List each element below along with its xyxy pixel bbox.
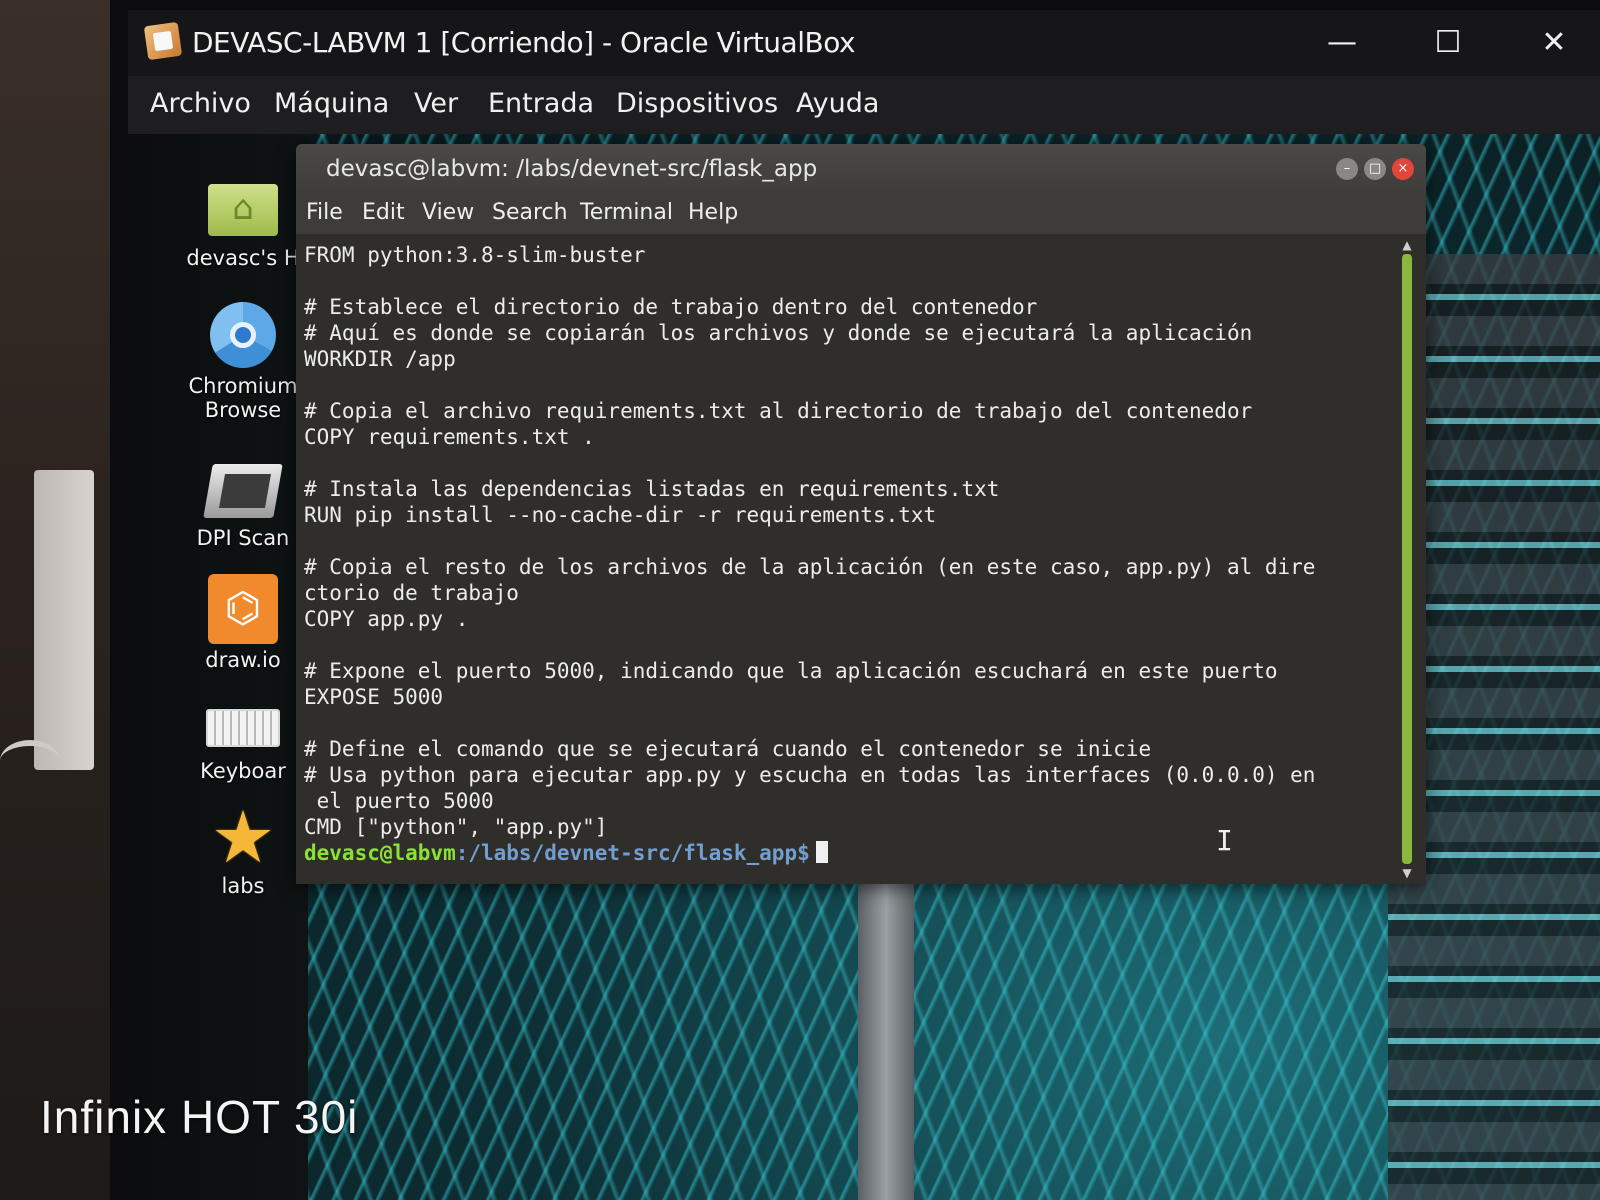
terminal-line: RUN pip install --no-cache-dir -r requir…: [304, 503, 937, 527]
terminal-menu-file[interactable]: File: [306, 200, 343, 225]
terminal-cursor: [815, 841, 828, 863]
terminal-line: # Define el comando que se ejecutará cua…: [304, 737, 1152, 761]
keyboard-icon: [206, 709, 280, 747]
terminal-scrollbar[interactable]: ▲ ▼: [1388, 234, 1426, 884]
terminal-menu-terminal[interactable]: Terminal: [580, 200, 673, 225]
scroll-down-arrow-icon[interactable]: ▼: [1398, 866, 1416, 880]
terminal-line: WORKDIR /app: [304, 347, 456, 371]
menu-dispositivos[interactable]: Dispositivos: [616, 88, 778, 119]
terminal-minimize-button[interactable]: –: [1336, 158, 1358, 180]
terminal-line: # Expone el puerto 5000, indicando que l…: [304, 659, 1278, 683]
menu-archivo[interactable]: Archivo: [150, 88, 251, 119]
desktop-icon-label: DPI Scan: [196, 526, 290, 550]
terminal-line: COPY requirements.txt .: [304, 425, 595, 449]
terminal-titlebar[interactable]: devasc@labvm: /labs/devnet-src/flask_app…: [296, 144, 1426, 194]
terminal-window[interactable]: devasc@labvm: /labs/devnet-src/flask_app…: [296, 144, 1426, 884]
background-cable: [0, 740, 60, 782]
vbox-menubar: Archivo Máquina Ver Entrada Dispositivos…: [128, 76, 1600, 134]
terminal-menu-search[interactable]: Search: [492, 200, 568, 225]
desktop-icon-drawio[interactable]: draw.io: [178, 574, 308, 672]
window-title: DEVASC-LABVM 1 [Corriendo] - Oracle Virt…: [192, 26, 856, 59]
minimize-button[interactable]: —: [1312, 20, 1372, 66]
desktop-icon-label-line2: Browse: [204, 398, 282, 422]
text-cursor-icon: I: [1216, 824, 1233, 857]
prompt-user: devasc@labvm: [304, 841, 456, 865]
terminal-title: devasc@labvm: /labs/devnet-src/flask_app: [326, 156, 818, 182]
desktop-icon-label: Chromium: [188, 374, 298, 398]
terminal-line: # Instala las dependencias listadas en r…: [304, 477, 1000, 501]
desktop-icon-home[interactable]: devasc's H: [178, 184, 308, 270]
terminal-line: FROM python:3.8-slim-buster: [304, 243, 646, 267]
desktop-icon-keyboard[interactable]: Keyboar: [178, 709, 308, 783]
terminal-menu-help[interactable]: Help: [688, 200, 738, 225]
close-button[interactable]: ✕: [1524, 20, 1584, 66]
home-folder-icon: [208, 184, 278, 236]
terminal-line: EXPOSE 5000: [304, 685, 444, 709]
terminal-menu-edit[interactable]: Edit: [362, 200, 405, 225]
vm-display[interactable]: devasc's H Chromium Browse DPI Scan draw…: [128, 134, 1600, 1200]
menu-maquina[interactable]: Máquina: [274, 88, 389, 119]
camera-watermark: Infinix HOT 30i: [40, 1091, 359, 1143]
background-object: [34, 470, 94, 770]
menu-ayuda[interactable]: Ayuda: [796, 88, 879, 119]
background-wall: [0, 0, 125, 1200]
window-titlebar[interactable]: DEVASC-LABVM 1 [Corriendo] - Oracle Virt…: [128, 10, 1600, 76]
terminal-line: COPY app.py .: [304, 607, 469, 631]
drawio-icon: [208, 574, 278, 644]
scroll-up-arrow-icon[interactable]: ▲: [1398, 238, 1416, 252]
terminal-close-button[interactable]: ×: [1392, 158, 1414, 180]
desktop-icon-label: draw.io: [205, 648, 281, 672]
terminal-line: # Copia el archivo requirements.txt al d…: [304, 399, 1253, 423]
terminal-text: FROM python:3.8-slim-buster # Establece e…: [304, 242, 1384, 866]
maximize-button[interactable]: ☐: [1418, 20, 1478, 66]
menu-ver[interactable]: Ver: [414, 88, 458, 119]
star-icon: ★: [210, 795, 276, 879]
desktop-icon-chromium[interactable]: Chromium Browse: [178, 302, 308, 422]
terminal-menu-view[interactable]: View: [422, 200, 474, 225]
terminal-line: # Aquí es donde se copiarán los archivos…: [304, 321, 1253, 345]
desktop-icon-labs[interactable]: ★ labs: [178, 795, 308, 898]
terminal-maximize-button[interactable]: □: [1364, 158, 1386, 180]
terminal-line: # Copia el resto de los archivos de la a…: [304, 555, 1316, 579]
menu-entrada[interactable]: Entrada: [488, 88, 594, 119]
desktop-icon-dpi-scan[interactable]: DPI Scan: [178, 464, 308, 550]
desktop-icon-label: Keyboar: [200, 759, 286, 783]
desktop-icon-label: labs: [221, 874, 265, 898]
wallpaper-rack-post: [858, 874, 914, 1200]
terminal-line: el puerto 5000: [304, 789, 494, 813]
terminal-output[interactable]: FROM python:3.8-slim-buster # Establece e…: [296, 234, 1388, 884]
terminal-line: # Establece el directorio de trabajo den…: [304, 295, 1038, 319]
virtualbox-window: DEVASC-LABVM 1 [Corriendo] - Oracle Virt…: [128, 10, 1600, 1200]
scrollbar-thumb[interactable]: [1402, 254, 1412, 864]
scanner-icon: [203, 464, 283, 518]
prompt-path: :/labs/devnet-src/flask_app$: [455, 841, 810, 865]
desktop-icon-label: devasc's H: [186, 246, 300, 270]
chromium-icon: [210, 302, 276, 368]
terminal-line: # Usa python para ejecutar app.py y escu…: [304, 763, 1316, 787]
terminal-line: ctorio de trabajo: [304, 581, 519, 605]
terminal-menubar: File Edit View Search Terminal Help: [296, 194, 1426, 234]
virtualbox-logo-icon: [143, 21, 183, 61]
